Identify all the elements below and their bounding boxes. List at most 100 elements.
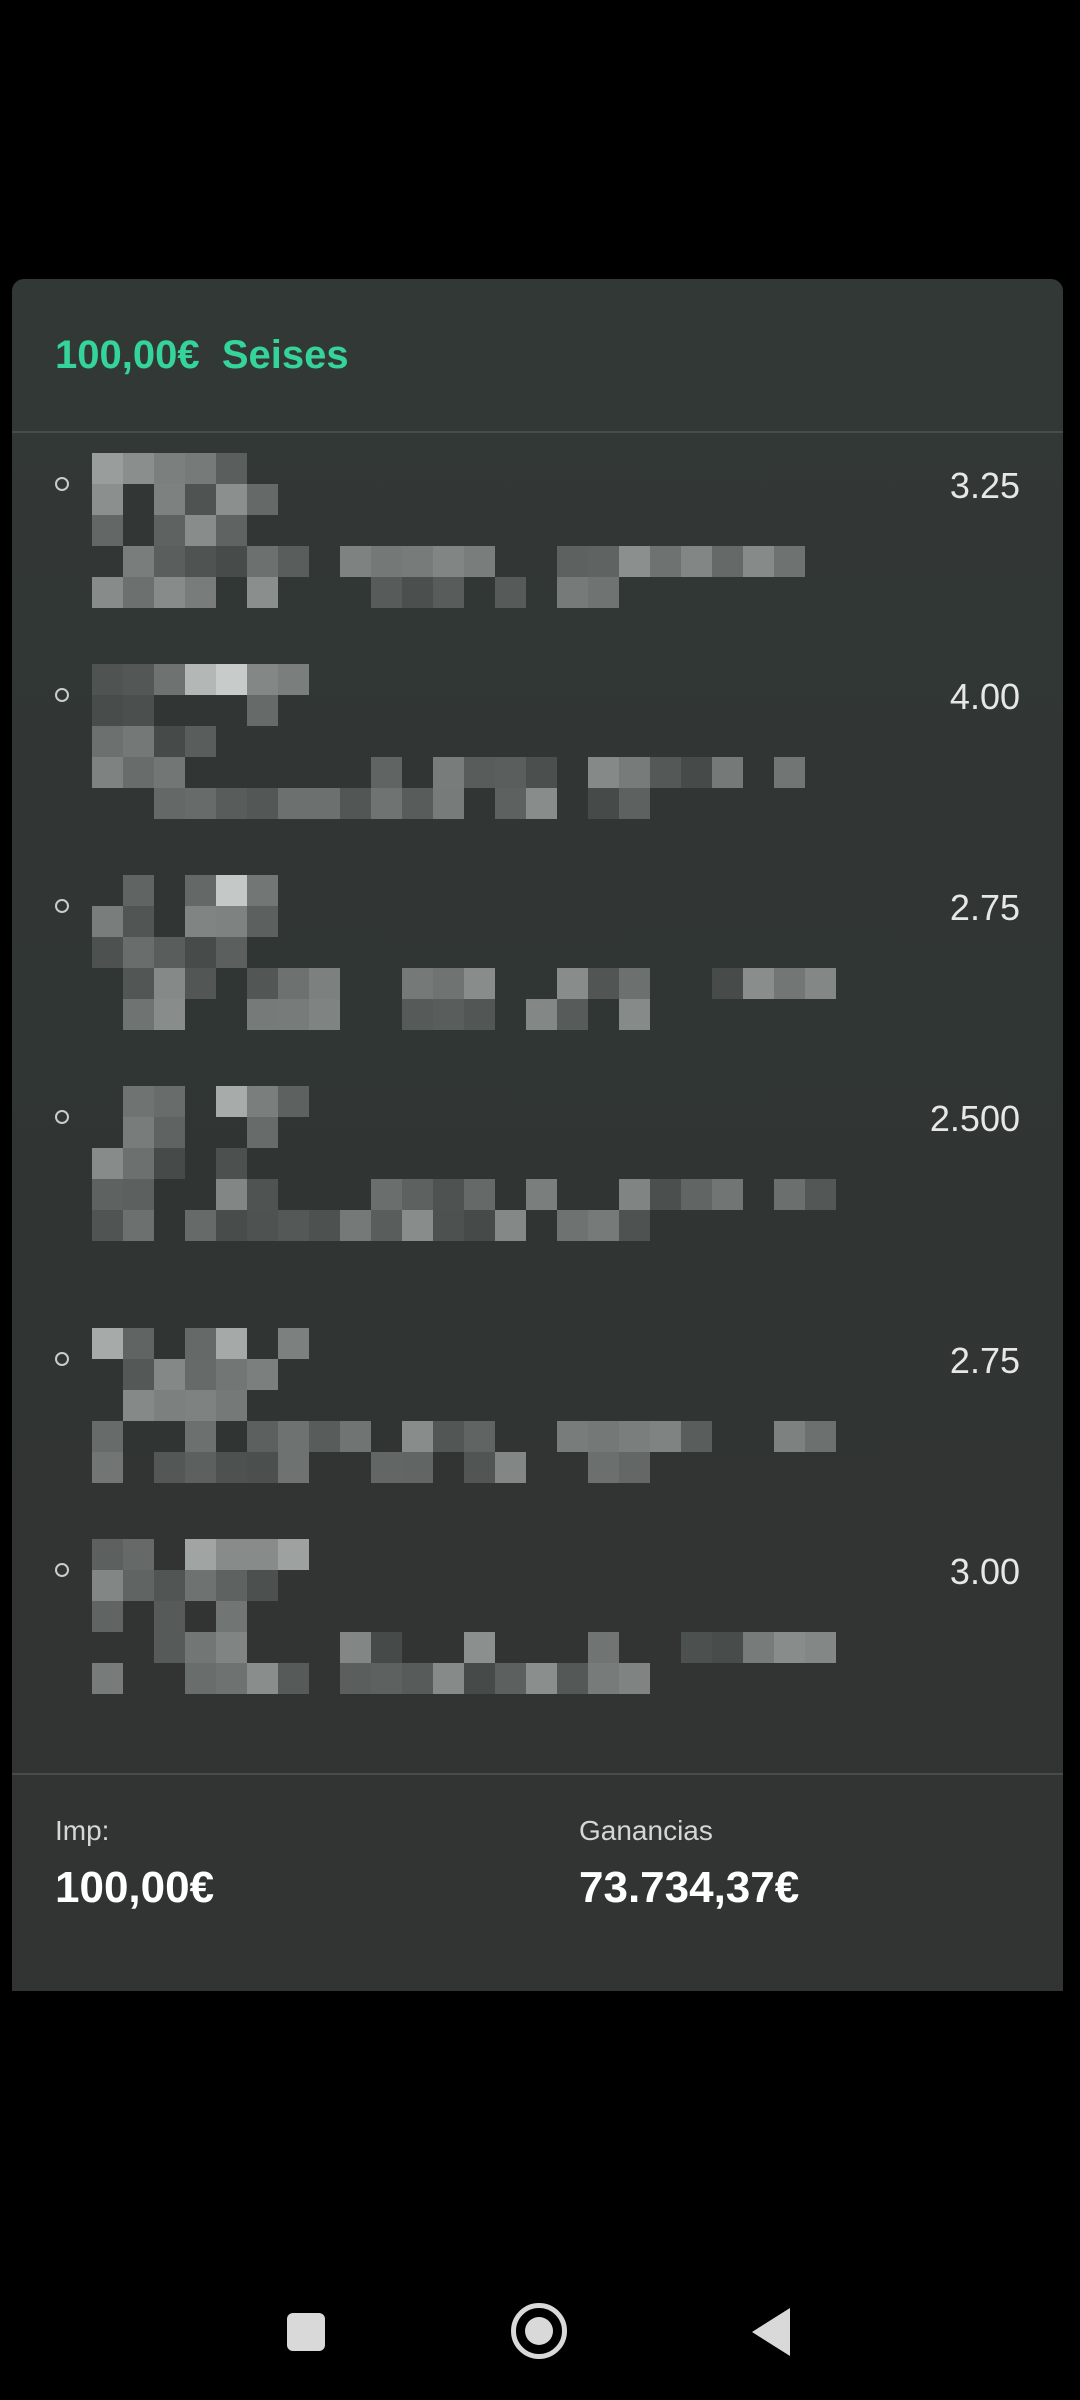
pixel-block (588, 1632, 619, 1663)
back-triangle-icon[interactable] (752, 2308, 790, 2356)
pixel-block (123, 1539, 154, 1570)
pixel-block (588, 1421, 619, 1452)
pixel-block (216, 515, 247, 546)
radio-icon[interactable] (55, 899, 69, 913)
pixel-block (433, 999, 464, 1030)
pixel-block (278, 1328, 309, 1359)
pixelated-selection-text (92, 1328, 872, 1498)
screen: 100,00€ Seises 3.25 4.00 2.75 2.500 2.75… (0, 0, 1080, 2400)
pixel-block (309, 1210, 340, 1241)
pixel-block (557, 968, 588, 999)
pixel-block (154, 1390, 185, 1421)
pixel-block (154, 1359, 185, 1390)
pixel-block (216, 1210, 247, 1241)
pixel-block (774, 1421, 805, 1452)
radio-icon[interactable] (55, 688, 69, 702)
selection-item[interactable]: 4.00 (12, 644, 1063, 844)
pixel-block (154, 1117, 185, 1148)
recents-square-icon[interactable] (287, 2313, 325, 2351)
pixel-block (185, 1210, 216, 1241)
pixel-block (371, 1452, 402, 1483)
pixel-block (743, 1632, 774, 1663)
bet-title: 100,00€ Seises (55, 333, 349, 378)
bet-stake: 100,00€ (55, 333, 200, 377)
pixel-block (123, 546, 154, 577)
pixel-block (619, 546, 650, 577)
pixel-block (154, 577, 185, 608)
pixel-block (154, 546, 185, 577)
pixel-block (123, 1328, 154, 1359)
bet-type: Seises (221, 333, 349, 377)
pixel-block (371, 1663, 402, 1694)
pixel-block (185, 1663, 216, 1694)
radio-icon[interactable] (55, 477, 69, 491)
pixel-block (619, 1421, 650, 1452)
bet-summary-footer: Imp: 100,00€ Ganancias 73.734,37€ (12, 1773, 1063, 1991)
pixel-block (619, 757, 650, 788)
pixel-block (774, 1632, 805, 1663)
radio-icon[interactable] (55, 1110, 69, 1124)
pixel-block (464, 999, 495, 1030)
pixel-block (123, 1117, 154, 1148)
pixel-block (216, 1390, 247, 1421)
pixel-block (92, 1539, 123, 1570)
pixel-block (309, 1421, 340, 1452)
pixel-block (340, 546, 371, 577)
selection-item[interactable]: 2.500 (12, 1066, 1063, 1266)
pixel-block (278, 1210, 309, 1241)
pixel-block (247, 1452, 278, 1483)
pixel-block (185, 1539, 216, 1570)
radio-icon[interactable] (55, 1352, 69, 1366)
pixel-block (123, 937, 154, 968)
pixel-block (92, 1210, 123, 1241)
pixel-block (619, 1452, 650, 1483)
pixel-block (619, 1663, 650, 1694)
selection-odds: 2.75 (949, 1340, 1020, 1381)
pixel-block (247, 1086, 278, 1117)
pixel-block (371, 1210, 402, 1241)
pixel-block (154, 1570, 185, 1601)
pixel-block (247, 1570, 278, 1601)
pixel-block (92, 1601, 123, 1632)
pixel-block (588, 757, 619, 788)
pixel-block (371, 1179, 402, 1210)
pixel-block (92, 1179, 123, 1210)
pixel-block (92, 664, 123, 695)
pixel-block (278, 1086, 309, 1117)
pixel-block (278, 664, 309, 695)
home-circle-icon[interactable] (511, 2303, 567, 2359)
pixel-block (495, 1452, 526, 1483)
pixel-block (433, 1210, 464, 1241)
pixel-block (340, 1210, 371, 1241)
pixel-block (123, 999, 154, 1030)
selection-item[interactable]: 3.00 (12, 1519, 1063, 1719)
pixel-block (185, 1421, 216, 1452)
pixel-block (247, 484, 278, 515)
pixel-block (247, 999, 278, 1030)
selection-item[interactable]: 3.25 (12, 433, 1063, 633)
winnings-value: 73.734,37€ (579, 1863, 800, 1912)
pixel-block (216, 1663, 247, 1694)
pixel-block (154, 968, 185, 999)
pixelated-selection-text (92, 664, 872, 834)
pixel-block (154, 788, 185, 819)
pixel-block (92, 453, 123, 484)
pixel-block (216, 937, 247, 968)
selection-item[interactable]: 2.75 (12, 855, 1063, 1055)
pixel-block (216, 1601, 247, 1632)
pixel-block (185, 453, 216, 484)
selection-odds: 2.75 (949, 887, 1020, 928)
pixel-block (619, 1210, 650, 1241)
pixel-block (247, 1421, 278, 1452)
pixel-block (402, 1179, 433, 1210)
pixel-block (588, 968, 619, 999)
pixel-block (743, 546, 774, 577)
radio-icon[interactable] (55, 1563, 69, 1577)
pixel-block (216, 1570, 247, 1601)
pixel-block (464, 1210, 495, 1241)
pixel-block (464, 1632, 495, 1663)
selection-item[interactable]: 2.75 (12, 1308, 1063, 1508)
pixel-block (433, 577, 464, 608)
pixel-block (557, 999, 588, 1030)
pixel-block (495, 788, 526, 819)
